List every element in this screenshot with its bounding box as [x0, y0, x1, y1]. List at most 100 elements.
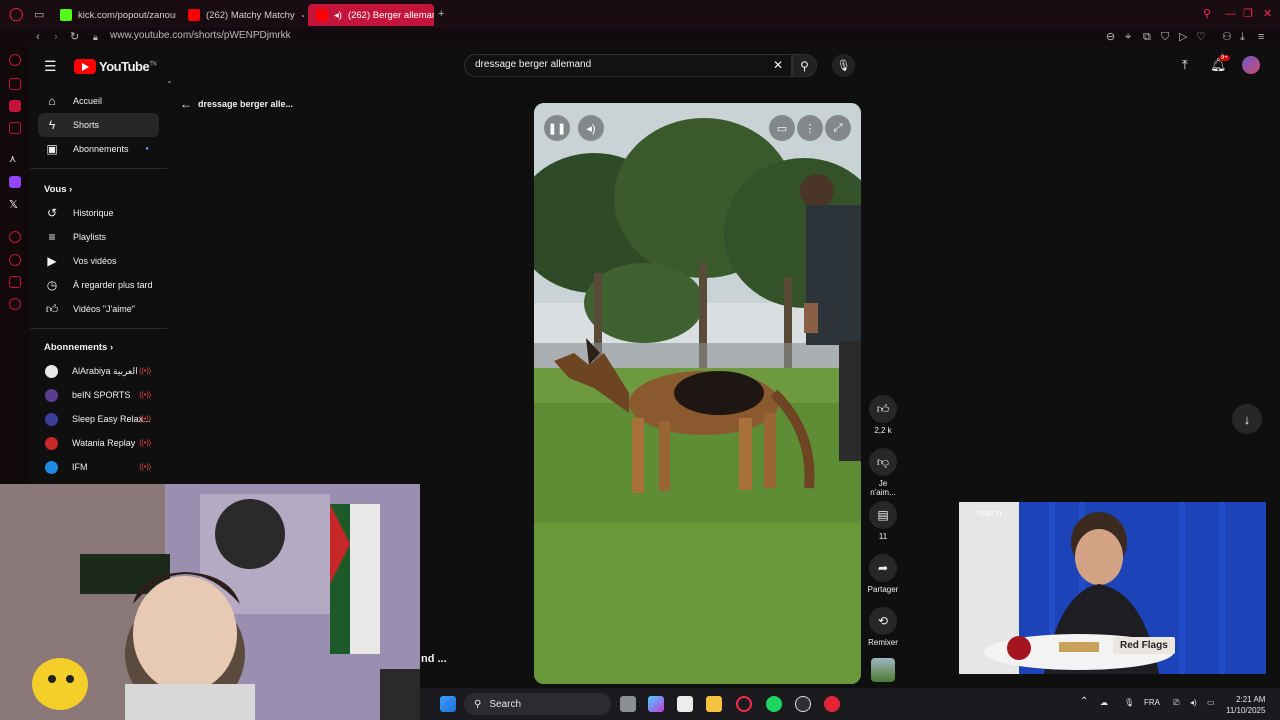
close-window-icon[interactable]: ✕ [1263, 7, 1272, 21]
tab-berger[interactable]: ◂) (262) Berger allemand [308, 4, 434, 26]
search-button[interactable]: ⚲ [792, 54, 817, 77]
spotify-icon[interactable] [766, 696, 782, 712]
subscriptions-section-title[interactable]: Abonnements › [44, 342, 113, 353]
more-options-button[interactable]: ⋮ [797, 115, 823, 141]
windows-start-icon[interactable] [440, 696, 456, 712]
chevron-right-icon: › [69, 184, 73, 195]
maximize-icon[interactable]: ❐ [1243, 7, 1253, 21]
network-icon[interactable]: ⎚ [1173, 698, 1179, 708]
hamburger-menu-icon[interactable]: ☰ [44, 58, 57, 75]
file-explorer-icon[interactable] [706, 696, 722, 712]
app-red-icon[interactable] [824, 696, 840, 712]
shorts-video-player[interactable]: ❚❚ ◂) ▭ ⋮ ⤢ [534, 103, 861, 684]
dislike-button[interactable]: 👎︎ Je n'aim... [865, 448, 901, 497]
clear-search-icon[interactable]: ✕ [773, 58, 783, 72]
extensions-side-icon[interactable] [9, 276, 21, 288]
download-icon[interactable]: ⤓ [1240, 30, 1245, 44]
sidebar-item-liked[interactable]: 👍︎ Vidéos "J'aime" [38, 297, 159, 321]
sidebar-item-your-videos[interactable]: ▶ Vos vidéos [38, 249, 159, 273]
tab-matchy[interactable]: (262) Matchy Matchy ✓ [180, 4, 304, 26]
sidebar-item-shorts[interactable]: ϟ Shorts [38, 113, 159, 137]
battery-icon[interactable]: ▭ [1207, 698, 1215, 707]
arrow-down-icon: ↓ [1243, 411, 1251, 427]
sub-label: AlArabiya العربية [72, 365, 138, 376]
sound-thumbnail[interactable] [871, 658, 895, 682]
instagram-icon[interactable] [9, 122, 21, 134]
search-tabs-icon[interactable]: ⚲ [1203, 7, 1211, 21]
comments-button[interactable]: ▤ 11 [865, 501, 901, 541]
forward-icon[interactable]: › [54, 30, 58, 44]
minimize-icon[interactable]: — [1225, 7, 1236, 21]
url-text[interactable]: www.youtube.com/shorts/pWENPDjmrkk [110, 30, 291, 41]
pause-button[interactable]: ❚❚ [544, 115, 570, 141]
vpn-icon[interactable]: ♡ [1196, 30, 1206, 44]
volume-icon[interactable]: ◂) [1190, 698, 1197, 707]
aria-icon[interactable] [9, 54, 21, 66]
volume-button[interactable]: ◂) [578, 115, 604, 141]
extensions-icon[interactable]: ⚇ [1222, 30, 1232, 44]
snapshot-icon[interactable]: ⧉ [1143, 30, 1151, 44]
zoom-icon[interactable]: ⊖ [1106, 30, 1115, 44]
notifications-button[interactable]: 🔔︎ 9+ [1210, 55, 1230, 73]
shield-icon[interactable]: ⛉ [1161, 30, 1169, 44]
sidebar-item-home[interactable]: ⌂ Accueil [38, 89, 159, 113]
clock-date: 11/10/2025 [1226, 706, 1266, 715]
sub-item-sleep[interactable]: Sleep Easy Relax... ((•)) [38, 407, 159, 431]
workspace-icon[interactable] [9, 78, 21, 90]
app-icon[interactable]: ⋏ [9, 154, 21, 166]
remix-button[interactable]: ⟲ Remixer [865, 607, 901, 647]
clock[interactable]: 2:21 AM 11/10/2025 [1226, 694, 1265, 716]
messenger-icon[interactable] [9, 100, 21, 112]
onedrive-icon[interactable]: ☁ [1100, 698, 1108, 707]
sub-item-alarabiya[interactable]: AlArabiya العربية ((•)) [38, 359, 159, 383]
remix-label: Remixer [868, 638, 898, 647]
opera-logo-icon[interactable]: ◯ [9, 7, 24, 21]
store-icon[interactable] [677, 696, 693, 712]
sidebar-item-history[interactable]: ↺ Historique [38, 201, 159, 225]
next-short-button[interactable]: ↓ [1232, 404, 1262, 434]
share-button[interactable]: ➦ Partager [865, 554, 901, 594]
mic-tray-icon[interactable]: 🎙︎ [1124, 698, 1134, 707]
back-to-search[interactable]: ← dressage berger alle... [180, 97, 293, 111]
like-button[interactable]: 👍︎ 2,2 k [865, 395, 901, 435]
sub-label: IFM [72, 462, 88, 472]
new-tab-icon[interactable]: + [438, 7, 444, 21]
sidebar-item-label: Abonnements [73, 144, 129, 154]
voice-search-button[interactable]: 🎙︎ [832, 54, 855, 77]
x-icon[interactable]: 𝕏 [9, 198, 21, 211]
sub-item-bein[interactable]: beIN SPORTS ((•)) [38, 383, 159, 407]
history-side-icon[interactable] [9, 254, 21, 266]
sidebar-scroll-up-icon[interactable]: ⌃ [166, 80, 173, 89]
sidebar-item-subscriptions[interactable]: ▣ Abonnements ● [38, 137, 159, 161]
pin-icon[interactable]: ⌖ [1125, 30, 1131, 44]
sub-item-ifm[interactable]: IFM ((•)) [38, 455, 159, 479]
task-view-icon[interactable] [620, 696, 636, 712]
captions-button[interactable]: ▭ [769, 115, 795, 141]
menu-icon[interactable]: ≡ [1258, 30, 1264, 44]
tab-kick[interactable]: kick.com/popout/zanoun... [52, 4, 176, 26]
sub-item-watania[interactable]: Watania Replay ((•)) [38, 431, 159, 455]
opera-taskbar-icon[interactable] [736, 696, 752, 712]
search-input[interactable] [475, 59, 755, 70]
obs-icon[interactable] [795, 696, 811, 712]
search-icon: ⚲ [474, 698, 482, 710]
play-icon[interactable]: ▷ [1179, 30, 1187, 44]
sidebar-divider [30, 168, 167, 169]
twitch-icon[interactable] [9, 176, 21, 188]
copilot-icon[interactable] [648, 696, 664, 712]
tab-overview-icon[interactable]: ▭ [34, 8, 44, 22]
sidebar-item-watch-later[interactable]: ◷ À regarder plus tard [38, 273, 159, 297]
taskbar-search[interactable]: ⚲ Search [464, 693, 611, 715]
you-section-title[interactable]: Vous › [44, 184, 72, 195]
tray-chevron-icon[interactable]: ⌃ [1080, 696, 1088, 707]
avatar[interactable] [1242, 56, 1260, 74]
fullscreen-button[interactable]: ⤢ [825, 115, 851, 141]
youtube-logo[interactable]: YouTubeTN [74, 59, 157, 74]
sidebar-item-playlists[interactable]: ≡ Playlists [38, 225, 159, 249]
settings-icon[interactable] [9, 298, 21, 310]
language-indicator[interactable]: FRA [1144, 698, 1160, 707]
upload-icon[interactable]: ⤒ [1182, 57, 1188, 73]
reload-icon[interactable]: ↻ [70, 30, 79, 44]
back-icon[interactable]: ‹ [36, 30, 40, 44]
player-icon[interactable] [9, 231, 21, 243]
